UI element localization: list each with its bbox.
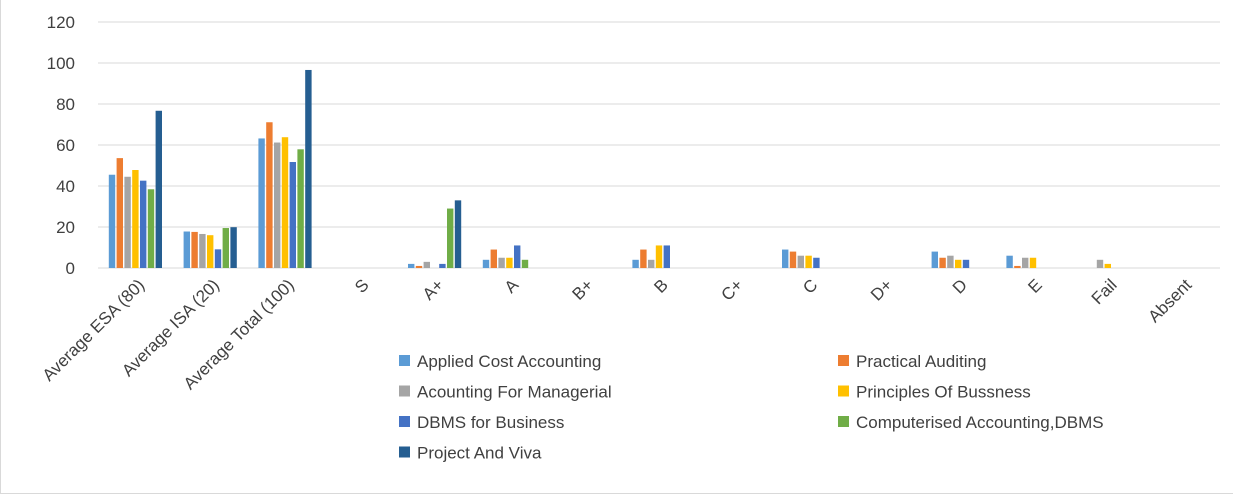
- x-tick-label-10: D+: [867, 275, 896, 304]
- bar-2-5: [498, 257, 505, 268]
- x-tick-label-11: D: [949, 275, 971, 297]
- x-tick-label-5: A: [501, 275, 523, 297]
- legend-swatch-3: [838, 385, 849, 397]
- legend-label-2: Acounting For Managerial: [417, 383, 612, 402]
- bar-1-4: [415, 265, 423, 268]
- bar-2-12: [1022, 257, 1029, 268]
- y-tick-label-40: 40: [56, 177, 75, 196]
- y-tick-label-120: 120: [47, 13, 75, 32]
- bar-3-12: [1029, 257, 1037, 268]
- bar-5-0: [147, 189, 155, 268]
- x-tick-label-14: Absent: [1145, 275, 1196, 326]
- legend-swatch-2: [399, 385, 410, 397]
- bar-2-2: [274, 142, 281, 268]
- legend-label-5: Computerised Accounting,DBMS: [856, 413, 1104, 432]
- bar-0-12: [1006, 255, 1013, 268]
- bar-3-5: [506, 257, 513, 268]
- legend-swatch-5: [838, 416, 849, 427]
- bar-4-4: [439, 263, 446, 268]
- y-tick-label-60: 60: [56, 136, 75, 155]
- x-tick-label-4: A+: [419, 275, 448, 304]
- bar-0-5: [482, 259, 490, 268]
- legend-label-3: Principles Of Bussness: [856, 383, 1031, 402]
- bar-4-11: [962, 259, 970, 268]
- bar-2-4: [423, 261, 430, 268]
- bar-1-5: [490, 249, 497, 268]
- bar-5-4: [447, 208, 454, 268]
- bar-4-5: [514, 245, 521, 268]
- y-tick-label-100: 100: [47, 54, 75, 73]
- bar-3-1: [207, 235, 214, 268]
- x-tick-label-7: B: [650, 275, 671, 296]
- bar-1-0: [116, 158, 123, 268]
- bar-2-9: [797, 255, 804, 268]
- bar-1-2: [266, 122, 273, 268]
- x-tick-label-13: Fail: [1088, 275, 1121, 308]
- bar-0-1: [183, 231, 190, 268]
- bar-0-4: [408, 263, 415, 268]
- bar-0-11: [931, 251, 938, 268]
- bar-6-4: [454, 200, 462, 268]
- legend-swatch-6: [399, 446, 410, 458]
- bar-4-7: [663, 245, 670, 268]
- y-tick-label-0: 0: [66, 259, 75, 278]
- bar-1-7: [640, 249, 647, 268]
- bar-2-13: [1096, 259, 1104, 268]
- bar-1-12: [1014, 265, 1021, 268]
- y-tick-label-80: 80: [56, 95, 75, 114]
- bar-2-11: [947, 255, 954, 268]
- bar-2-1: [199, 233, 206, 268]
- grouped-bar-chart: 020406080100120Average ESA (80)Average I…: [39, 13, 1220, 463]
- bar-2-7: [648, 259, 655, 268]
- bar-4-1: [214, 249, 222, 268]
- legend-label-6: Project And Viva: [417, 444, 542, 463]
- bar-4-9: [813, 257, 820, 268]
- bar-4-0: [140, 180, 147, 268]
- x-tick-label-12: E: [1024, 275, 1045, 296]
- bar-3-11: [955, 259, 962, 268]
- bar-0-7: [632, 259, 639, 268]
- bar-1-11: [939, 257, 946, 268]
- bar-3-2: [281, 137, 289, 268]
- bar-6-1: [230, 227, 237, 268]
- legend-label-1: Practical Auditing: [856, 352, 986, 371]
- bar-5-5: [521, 259, 529, 268]
- legend-swatch-4: [399, 416, 410, 427]
- x-tick-label-8: C+: [717, 275, 746, 304]
- y-tick-label-20: 20: [56, 218, 75, 237]
- bar-0-9: [782, 249, 789, 268]
- bar-5-2: [297, 149, 304, 268]
- bar-0-0: [108, 174, 116, 268]
- bar-1-9: [789, 251, 797, 268]
- bar-5-1: [222, 228, 229, 268]
- bar-0-2: [258, 138, 265, 268]
- legend-label-0: Applied Cost Accounting: [417, 352, 601, 371]
- bar-3-0: [132, 170, 139, 268]
- bar-6-2: [305, 69, 312, 268]
- bar-3-7: [655, 245, 663, 268]
- bar-3-13: [1104, 263, 1111, 268]
- legend-label-4: DBMS for Business: [417, 413, 564, 432]
- bar-4-2: [289, 162, 296, 268]
- x-tick-label-3: S: [351, 275, 372, 296]
- x-tick-label-9: C: [799, 275, 821, 297]
- legend-swatch-0: [399, 355, 410, 366]
- bar-6-0: [155, 110, 162, 269]
- bar-3-9: [805, 255, 812, 268]
- bar-2-0: [124, 176, 131, 268]
- x-tick-label-6: B+: [569, 275, 598, 304]
- bar-1-1: [191, 231, 198, 268]
- legend-swatch-1: [838, 355, 849, 366]
